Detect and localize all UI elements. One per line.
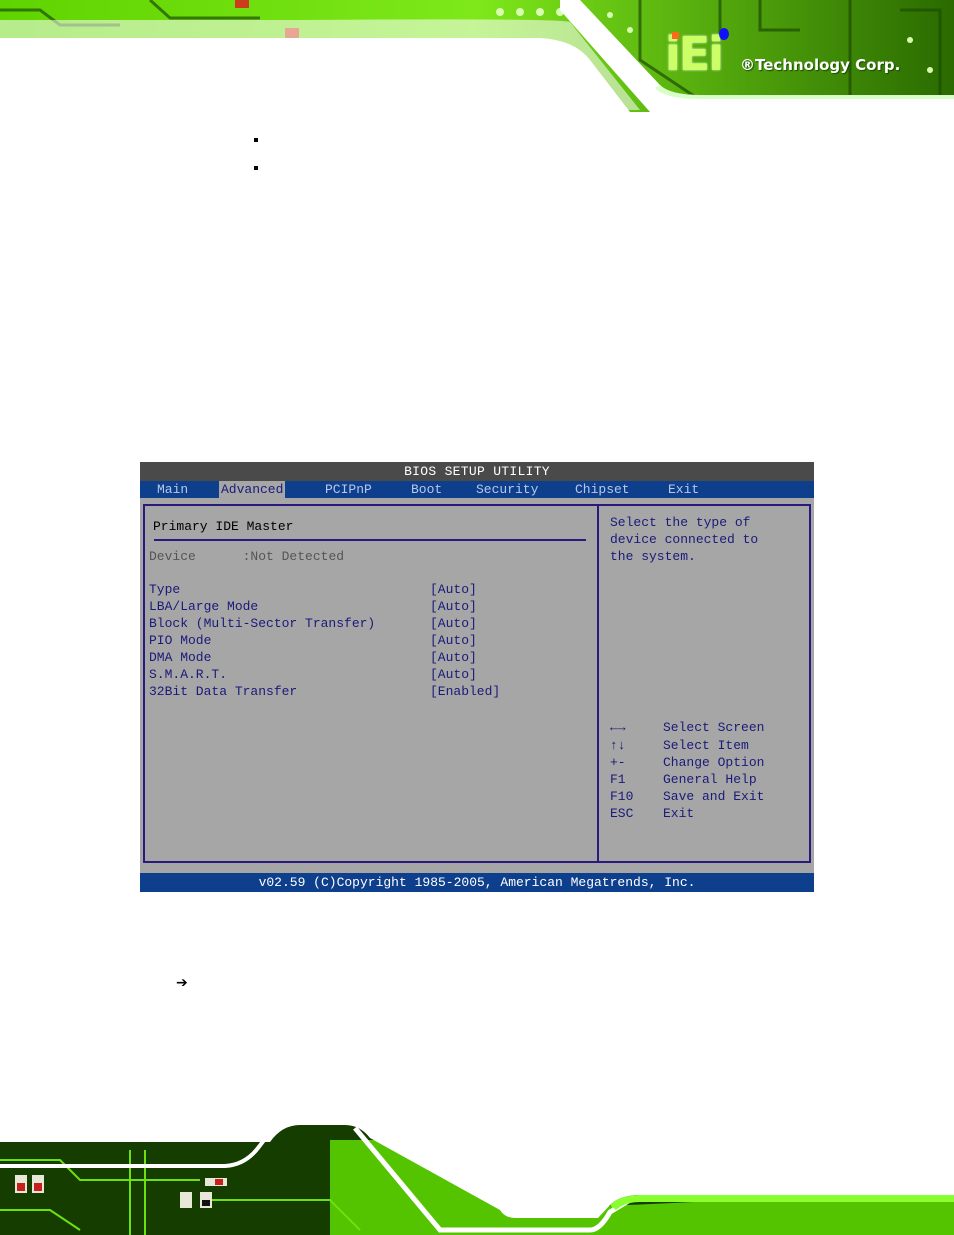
bios-menu-bar: Main Advanced PCIPnP Boot Security Chips…	[140, 481, 814, 498]
key-action: General Help	[663, 772, 757, 787]
option-smart-value[interactable]: [Auto]	[430, 666, 477, 683]
option-block-transfer-value[interactable]: [Auto]	[430, 615, 477, 632]
key-action: Select Screen	[663, 720, 765, 735]
key-legend-row: ↑↓ Select Item	[610, 737, 749, 754]
section-divider	[154, 539, 586, 541]
right-arrow-icon: ➔	[176, 975, 188, 991]
menu-tab-pcipnp[interactable]: PCIPnP	[323, 481, 374, 498]
key-action: Exit	[663, 806, 695, 821]
option-type[interactable]: Type	[149, 581, 180, 598]
company-logo: iEi ®Technology Corp.	[665, 28, 925, 80]
f1-key: F1	[610, 772, 626, 787]
option-dma-mode[interactable]: DMA Mode	[149, 649, 211, 666]
bios-title-bar: BIOS SETUP UTILITY	[140, 462, 814, 481]
left-right-arrow-icon: ←→	[610, 720, 626, 735]
menu-tab-chipset[interactable]: Chipset	[573, 481, 632, 498]
key-action: Save and Exit	[663, 789, 765, 804]
header-banner: iEi ®Technology Corp.	[0, 0, 954, 112]
bullet-icon	[254, 166, 258, 170]
f10-key: F10	[610, 789, 634, 804]
key-legend-row: ←→ Select Screen	[610, 719, 764, 736]
option-type-value[interactable]: [Auto]	[430, 581, 477, 598]
esc-key: ESC	[610, 806, 634, 821]
menu-tab-exit[interactable]: Exit	[666, 481, 701, 498]
key-legend-row: +- Change Option	[610, 754, 764, 771]
device-status: Device :Not Detected	[149, 549, 344, 564]
up-down-arrow-icon: ↑↓	[610, 738, 626, 753]
footer-banner	[0, 1120, 954, 1235]
key-legend-row: ESC Exit	[610, 805, 694, 822]
option-pio-mode[interactable]: PIO Mode	[149, 632, 211, 649]
logo-blue-dot-icon	[719, 28, 729, 40]
key-action: Select Item	[663, 738, 749, 753]
bios-copyright-bar: v02.59 (C)Copyright 1985-2005, American …	[140, 873, 814, 892]
logo-text: ®Technology Corp.	[740, 56, 901, 74]
help-text: Select the type of device connected to t…	[610, 515, 759, 564]
bullet-icon	[254, 138, 258, 142]
device-value: :Not Detected	[242, 549, 345, 564]
option-smart[interactable]: S.M.A.R.T.	[149, 666, 227, 683]
menu-tab-advanced[interactable]: Advanced	[219, 481, 286, 498]
menu-tab-boot[interactable]: Boot	[409, 481, 444, 498]
plus-minus-key: +-	[610, 755, 626, 770]
device-label: Device	[149, 549, 196, 564]
key-action: Change Option	[663, 755, 765, 770]
section-title: Primary IDE Master	[153, 519, 294, 534]
option-dma-mode-value[interactable]: [Auto]	[430, 649, 477, 666]
option-32bit-transfer-value[interactable]: [Enabled]	[430, 683, 500, 700]
circuit-board-footer-art	[0, 1124, 954, 1235]
option-lba-large-mode-value[interactable]: [Auto]	[430, 598, 477, 615]
bios-screen: BIOS SETUP UTILITY Main Advanced PCIPnP …	[140, 462, 814, 892]
key-legend-row: F1 General Help	[610, 771, 757, 788]
option-lba-large-mode[interactable]: LBA/Large Mode	[149, 598, 258, 615]
logo-orange-square-icon	[672, 32, 679, 39]
option-block-transfer[interactable]: Block (Multi-Sector Transfer)	[149, 615, 375, 632]
menu-tab-main[interactable]: Main	[155, 481, 190, 498]
option-pio-mode-value[interactable]: [Auto]	[430, 632, 477, 649]
menu-tab-security[interactable]: Security	[474, 481, 540, 498]
key-legend-row: F10 Save and Exit	[610, 788, 764, 805]
option-32bit-transfer[interactable]: 32Bit Data Transfer	[149, 683, 297, 700]
